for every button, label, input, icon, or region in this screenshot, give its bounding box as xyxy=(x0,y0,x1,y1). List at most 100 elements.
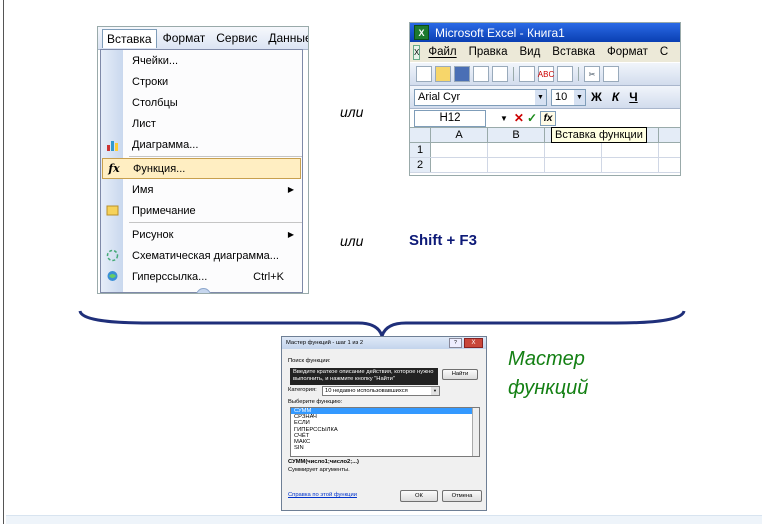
spelling-icon[interactable]: ABC xyxy=(538,66,554,82)
chevron-down-icon[interactable]: ▼ xyxy=(500,114,508,123)
menu-bar: Вставка Формат Сервис Данные xyxy=(98,27,308,50)
menu-item-columns[interactable]: Столбцы xyxy=(101,92,302,113)
menu-service[interactable]: С xyxy=(660,46,668,58)
help-icon[interactable]: ? xyxy=(449,338,462,348)
name-box[interactable]: H12 xyxy=(414,109,486,127)
note-icon xyxy=(105,204,119,218)
menu-insert[interactable]: Вставка xyxy=(552,46,595,58)
column-header[interactable]: A xyxy=(431,128,488,142)
chevron-down-icon[interactable]: » xyxy=(196,288,211,293)
search-input[interactable]: Введите краткое описание действия, котор… xyxy=(290,368,438,385)
print-preview-icon[interactable] xyxy=(519,66,535,82)
menu-item-cells[interactable]: Ячейки... xyxy=(101,50,302,71)
scrollbar[interactable] xyxy=(472,408,479,456)
insert-function-button[interactable]: fx xyxy=(540,110,557,126)
toolbar-separator xyxy=(513,67,514,81)
menu-item-hyperlink[interactable]: Гиперссылка... Ctrl+K xyxy=(101,266,302,287)
menu-item-sheet[interactable]: Лист xyxy=(101,113,302,134)
menu-expand[interactable]: » xyxy=(101,287,302,293)
menu-format[interactable]: Формат xyxy=(607,46,648,58)
left-border-line xyxy=(3,0,4,524)
menu-format[interactable]: Формат xyxy=(158,28,211,48)
select-all-corner[interactable] xyxy=(410,128,431,142)
column-header[interactable]: B xyxy=(488,128,545,142)
list-item[interactable]: SIN xyxy=(291,445,479,451)
menu-insert[interactable]: Вставка xyxy=(102,28,157,48)
cell[interactable] xyxy=(488,143,545,157)
print-icon[interactable] xyxy=(492,66,508,82)
open-icon[interactable] xyxy=(435,66,451,82)
row-header[interactable]: 2 xyxy=(410,158,431,172)
new-icon[interactable] xyxy=(416,66,432,82)
insert-menu-screenshot: Вставка Формат Сервис Данные Ячейки... С… xyxy=(97,26,309,294)
workbook-icon[interactable]: X xyxy=(413,44,421,60)
menu-item-name[interactable]: Имя ▶ xyxy=(101,179,302,200)
underline-button[interactable]: Ч xyxy=(629,90,637,104)
menu-item-label: Примечание xyxy=(132,204,196,217)
menu-service[interactable]: Сервис xyxy=(211,28,262,48)
cancel-button[interactable]: Отмена xyxy=(442,490,482,502)
menu-item-chart[interactable]: Диаграмма... xyxy=(101,134,302,155)
cell[interactable] xyxy=(545,143,602,157)
cell[interactable] xyxy=(602,143,659,157)
submenu-arrow-icon: ▶ xyxy=(287,185,294,194)
cut-icon[interactable]: ✂ xyxy=(584,66,600,82)
research-icon[interactable] xyxy=(557,66,573,82)
or-label: или xyxy=(340,233,364,249)
enter-icon[interactable]: ✓ xyxy=(527,111,537,125)
menu-item-note[interactable]: Примечание xyxy=(101,200,302,221)
menu-data[interactable]: Данные xyxy=(263,28,308,48)
excel-logo-icon: X xyxy=(414,25,429,40)
function-wizard-dialog: Мастер функций - шаг 1 из 2 ? X Поиск фу… xyxy=(281,336,487,511)
toolbar-separator xyxy=(578,67,579,81)
menu-item-label: Столбцы xyxy=(132,96,178,109)
spreadsheet-grid: A B C D 1 2 Вставка функции xyxy=(410,127,680,173)
wizard-caption-line2: функций xyxy=(508,377,589,399)
dialog-title: Мастер функций - шаг 1 из 2 xyxy=(286,340,364,346)
function-list[interactable]: СУММ СРЗНАЧ ЕСЛИ ГИПЕРССЫЛКА СЧЁТ МАКС S… xyxy=(290,407,480,457)
chevron-down-icon[interactable]: ▼ xyxy=(431,387,439,395)
menu-item-label: Диаграмма... xyxy=(132,138,199,151)
chevron-down-icon[interactable]: ▼ xyxy=(574,89,585,105)
standard-toolbar: ABC ✂ xyxy=(410,62,680,86)
font-size-select[interactable]: 10 ▼ xyxy=(551,88,586,106)
cell[interactable] xyxy=(431,143,488,157)
table-row: 1 xyxy=(410,143,680,158)
menu-view[interactable]: Вид xyxy=(519,46,540,58)
cell[interactable] xyxy=(431,158,488,172)
or-label: или xyxy=(340,104,364,120)
copy-icon[interactable] xyxy=(603,66,619,82)
menu-item-label: Рисунок xyxy=(132,228,174,241)
bold-button[interactable]: Ж xyxy=(591,90,602,104)
help-link[interactable]: Справка по этой функции xyxy=(288,492,357,498)
save-icon[interactable] xyxy=(454,66,470,82)
hyperlink-icon xyxy=(105,270,119,284)
select-function-label: Выберите функцию: xyxy=(288,399,343,405)
chevron-down-icon[interactable]: ▼ xyxy=(535,89,546,105)
cell[interactable] xyxy=(602,158,659,172)
permission-icon[interactable] xyxy=(473,66,489,82)
close-icon[interactable]: X xyxy=(464,338,483,348)
cancel-icon[interactable]: ✕ xyxy=(514,111,524,125)
row-header[interactable]: 1 xyxy=(410,143,431,157)
cell[interactable] xyxy=(488,158,545,172)
menu-item-diagram[interactable]: Схематическая диаграмма... xyxy=(101,245,302,266)
menu-item-picture[interactable]: Рисунок ▶ xyxy=(101,224,302,245)
menu-item-label: Ячейки... xyxy=(132,54,179,67)
table-row: 2 xyxy=(410,158,680,173)
ok-button[interactable]: ОК xyxy=(400,490,438,502)
cell[interactable] xyxy=(545,158,602,172)
menu-file[interactable]: Файл xyxy=(428,46,456,58)
find-button[interactable]: Найти xyxy=(442,369,478,380)
italic-button[interactable]: К xyxy=(612,90,619,104)
menu-item-function[interactable]: fx Функция... xyxy=(102,158,301,179)
excel-title-bar: X Microsoft Excel - Книга1 xyxy=(410,23,680,42)
font-name-select[interactable]: Arial Cyr ▼ xyxy=(414,88,547,106)
menu-edit[interactable]: Правка xyxy=(469,46,508,58)
fx-icon: fx xyxy=(108,162,120,175)
wizard-caption: Мастер функций xyxy=(508,345,588,403)
menu-item-label: Функция... xyxy=(133,162,186,175)
menu-item-rows[interactable]: Строки xyxy=(101,71,302,92)
search-label: Поиск функции: xyxy=(288,358,331,364)
category-select[interactable]: 10 недавно использовавшихся ▼ xyxy=(322,386,440,396)
